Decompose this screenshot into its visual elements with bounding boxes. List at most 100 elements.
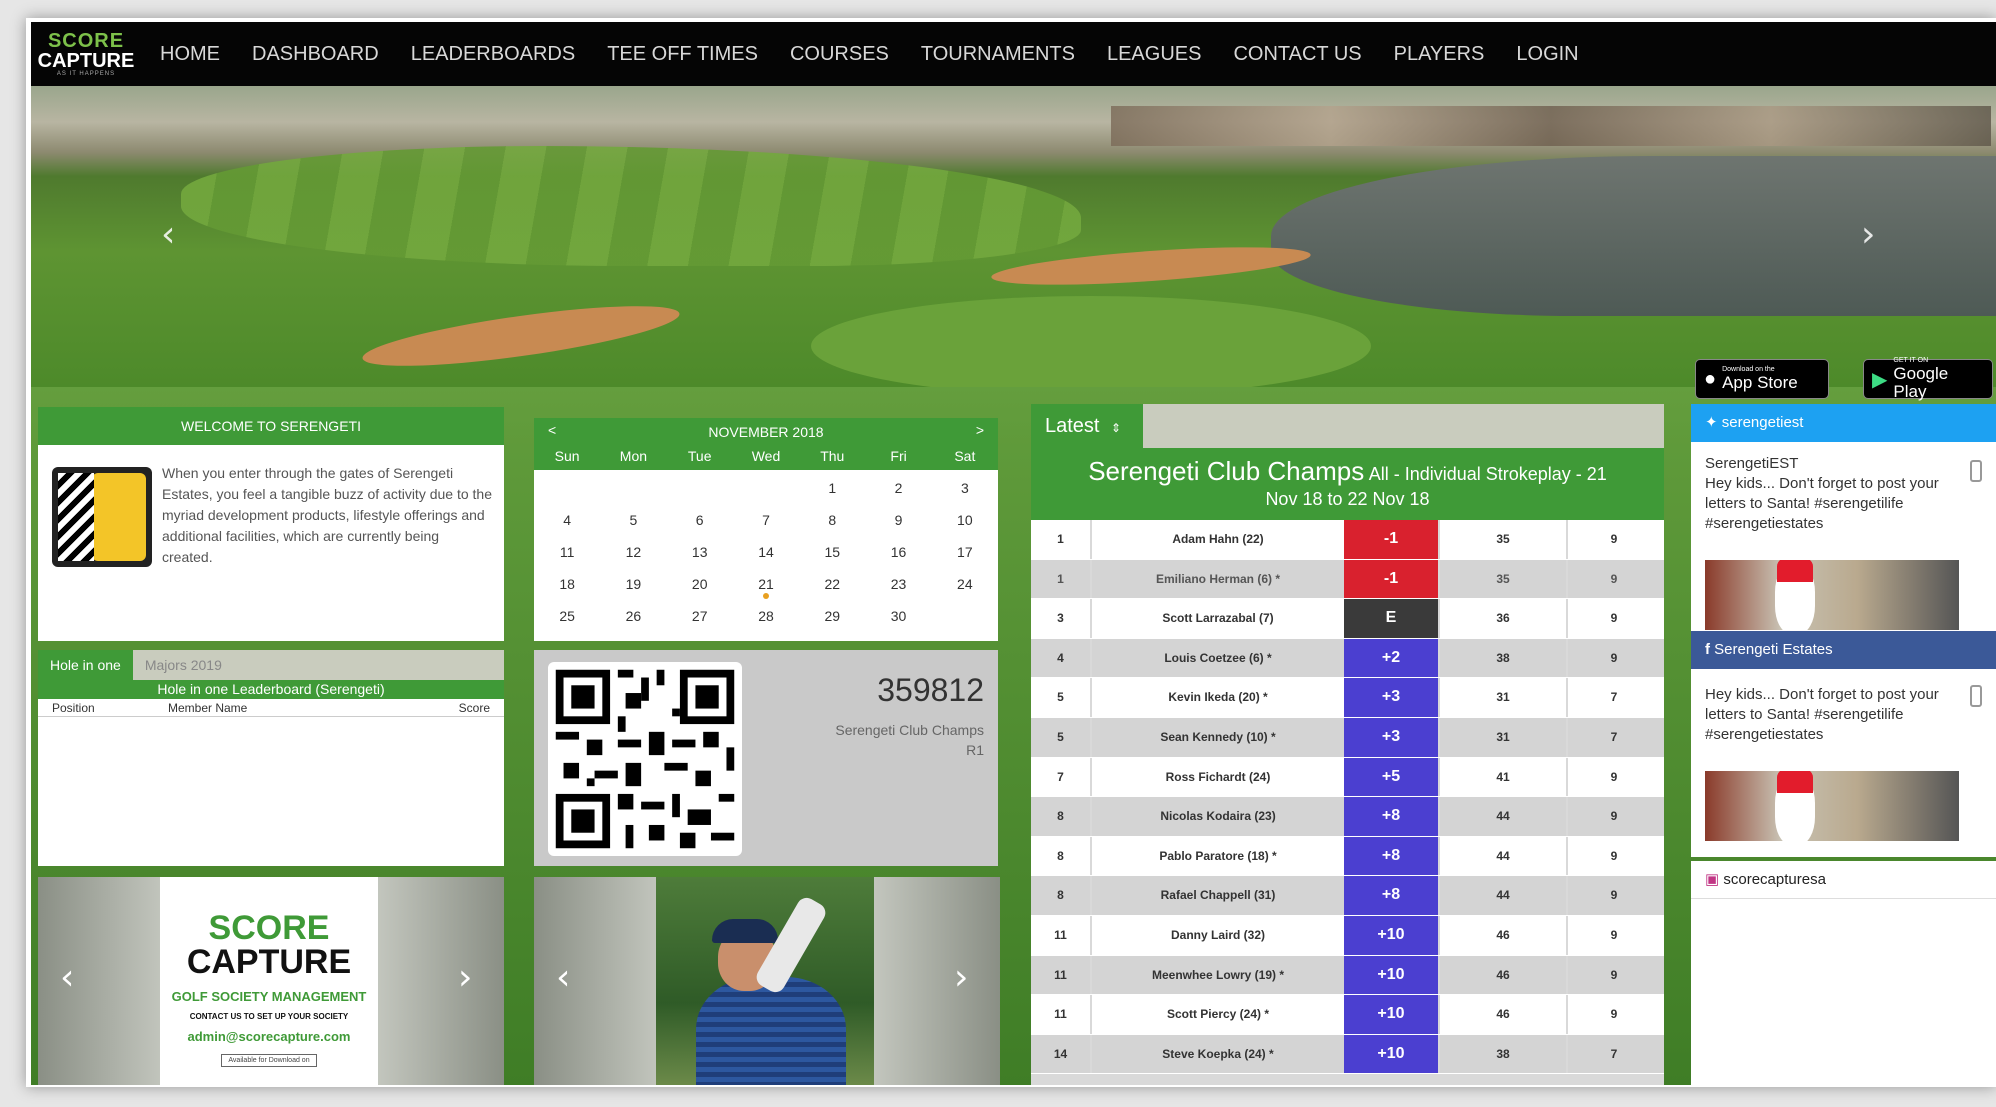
ad-card[interactable]: SCORE CAPTURE GOLF SOCIETY MANAGEMENT CO… (160, 877, 378, 1085)
leaderboard-row[interactable]: 4 Louis Coetzee (6) * +2 38 9 (1031, 638, 1664, 679)
calendar-day[interactable]: 26 (600, 604, 666, 636)
leaderboard-row[interactable]: 8 Rafael Chappell (31) +8 44 9 (1031, 876, 1664, 916)
leaderboard-thru: 9 (1566, 836, 1660, 876)
calendar-day[interactable]: 11 (534, 540, 600, 572)
nav-courses[interactable]: COURSES (790, 43, 889, 66)
instagram-header[interactable]: ▣ scorecapturesa (1691, 861, 1996, 899)
calendar-day[interactable]: 7 (733, 508, 799, 540)
calendar-day[interactable]: 3 (932, 476, 998, 508)
calendar-day[interactable]: 19 (600, 572, 666, 604)
hole-in-one-panel: Hole in one Majors 2019 Hole in one Lead… (38, 650, 504, 866)
calendar-day[interactable]: 23 (865, 572, 931, 604)
nav-tee-off-times[interactable]: TEE OFF TIMES (607, 43, 758, 66)
leaderboard-row[interactable]: 5 Sean Kennedy (10) * +3 31 7 (1031, 717, 1664, 758)
ad-email[interactable]: admin@scorecapture.com (160, 1029, 378, 1044)
nav-leaderboards[interactable]: LEADERBOARDS (411, 43, 576, 66)
leaderboard-score: +5 (1344, 757, 1438, 797)
apple-icon: ● (1704, 367, 1717, 390)
calendar-next-button[interactable]: > (976, 422, 984, 438)
leaderboard-row[interactable]: 8 Nicolas Kodaira (23) +8 44 9 (1031, 797, 1664, 837)
leaderboard-row[interactable]: 14 Steve Koepka (24) * +10 38 7 (1031, 1034, 1664, 1075)
leaderboard-gross: 35 (1438, 559, 1566, 599)
calendar-day[interactable]: 1 (799, 476, 865, 508)
hero-bunker (359, 293, 683, 379)
site-logo[interactable]: SCORE CAPTURE AS IT HAPPENS (36, 22, 136, 86)
tab-majors-2019[interactable]: Majors 2019 (133, 650, 234, 680)
calendar-day[interactable]: 15 (799, 540, 865, 572)
calendar-day[interactable]: 5 (600, 508, 666, 540)
calendar-day[interactable]: 4 (534, 508, 600, 540)
leaderboard-table: 1 Adam Hahn (22) -1 35 9 1 Emiliano Herman (6)… (1031, 520, 1664, 1075)
calendar-day[interactable]: 20 (667, 572, 733, 604)
leaderboard-row[interactable]: 3 Scott Larrazabal (7) E 36 9 (1031, 599, 1664, 639)
tab-hole-in-one[interactable]: Hole in one (38, 650, 133, 680)
leaderboard-gross: 44 (1438, 797, 1566, 836)
leaderboard-row[interactable]: 7 Ross Fichardt (24) +5 41 9 (1031, 757, 1664, 798)
nav-home[interactable]: HOME (160, 43, 220, 66)
calendar-day[interactable]: 21 (733, 572, 799, 604)
welcome-text: When you enter through the gates of Sere… (162, 465, 492, 565)
nav-contact-us[interactable]: CONTACT US (1233, 43, 1361, 66)
calendar-day[interactable]: 14 (733, 540, 799, 572)
tweet-image[interactable] (1705, 560, 1959, 630)
twitter-scrollbar[interactable] (1970, 460, 1982, 482)
calendar-day[interactable]: 28 (733, 604, 799, 636)
facebook-header[interactable]: f Serengeti Estates (1691, 631, 1996, 669)
calendar-day[interactable]: 18 (534, 572, 600, 604)
calendar-day[interactable]: 10 (932, 508, 998, 540)
leaderboard-row[interactable]: 11 Meenwhee Lowry (19) * +10 46 9 (1031, 955, 1664, 996)
welcome-title: WELCOME TO SERENGETI (38, 407, 504, 445)
calendar-month: NOVEMBER 2018 (708, 424, 824, 440)
twitter-header[interactable]: ✦ serengetiest (1691, 404, 1996, 442)
tweet-author[interactable]: SerengetiEST (1705, 454, 1956, 474)
calendar-day[interactable]: 13 (667, 540, 733, 572)
facebook-post-image[interactable] (1705, 771, 1959, 841)
leaderboard-row[interactable]: 1 Adam Hahn (22) -1 35 9 (1031, 520, 1664, 560)
facebook-scrollbar[interactable] (1970, 685, 1982, 707)
hero-houses (1111, 106, 1991, 146)
leaderboard-thru: 9 (1566, 797, 1660, 836)
ad-next-icon[interactable]: › (458, 957, 472, 998)
calendar-day[interactable]: 30 (865, 604, 931, 636)
calendar-day[interactable]: 17 (932, 540, 998, 572)
google-play-button[interactable]: ▶ GET IT ON Google Play (1863, 357, 1993, 401)
calendar-day[interactable]: 22 (799, 572, 865, 604)
calendar-day[interactable]: 29 (799, 604, 865, 636)
nav-leagues[interactable]: LEAGUES (1107, 43, 1201, 66)
calendar-day[interactable]: 6 (667, 508, 733, 540)
nav-tournaments[interactable]: TOURNAMENTS (921, 43, 1075, 66)
leaderboard-thru: 9 (1566, 559, 1660, 599)
leaderboard-row[interactable]: 5 Kevin Ikeda (20) * +3 31 7 (1031, 678, 1664, 718)
hero-next-icon[interactable]: › (1861, 214, 1875, 255)
hero-prev-icon[interactable]: ‹ (161, 214, 175, 255)
leaderboard-row[interactable]: 8 Pablo Paratore (18) * +8 44 9 (1031, 836, 1664, 877)
nav-players[interactable]: PLAYERS (1394, 43, 1485, 66)
calendar-day[interactable]: 8 (799, 508, 865, 540)
qr-code[interactable] (548, 662, 742, 856)
app-store-button[interactable]: ● Download on the App Store (1695, 359, 1829, 399)
photo-next-icon[interactable]: › (954, 957, 968, 998)
leaderboard-thru: 9 (1566, 599, 1660, 638)
leaderboard-row[interactable]: 11 Scott Piercy (24) * +10 46 9 (1031, 995, 1664, 1035)
calendar-day[interactable]: 12 (600, 540, 666, 572)
calendar-day[interactable]: 2 (865, 476, 931, 508)
nav-login[interactable]: LOGIN (1516, 43, 1578, 66)
photo-prev-icon[interactable]: ‹ (556, 957, 570, 998)
leaderboard-select[interactable]: Latest ⇕ (1031, 404, 1143, 448)
calendar-day[interactable]: 27 (667, 604, 733, 636)
leaderboard-position: 11 (1031, 955, 1092, 995)
leaderboard-player-name: Sean Kennedy (10) * (1160, 729, 1276, 744)
calendar-day[interactable]: 16 (865, 540, 931, 572)
leaderboard-row[interactable]: 1 Emiliano Herman (6) * -1 35 9 (1031, 559, 1664, 600)
nav-dashboard[interactable]: DASHBOARD (252, 43, 379, 66)
leaderboard-row[interactable]: 11 Danny Laird (32) +10 46 9 (1031, 915, 1664, 956)
leaderboard-thru: 9 (1566, 955, 1660, 995)
calendar-day[interactable]: 25 (534, 604, 600, 636)
ad-prev-icon[interactable]: ‹ (60, 957, 74, 998)
hero-green (811, 296, 1371, 387)
calendar-day[interactable]: 9 (865, 508, 931, 540)
leaderboard-score: +8 (1344, 836, 1438, 876)
col-position: Position (52, 701, 95, 715)
calendar-day (534, 476, 600, 508)
calendar-day[interactable]: 24 (932, 572, 998, 604)
